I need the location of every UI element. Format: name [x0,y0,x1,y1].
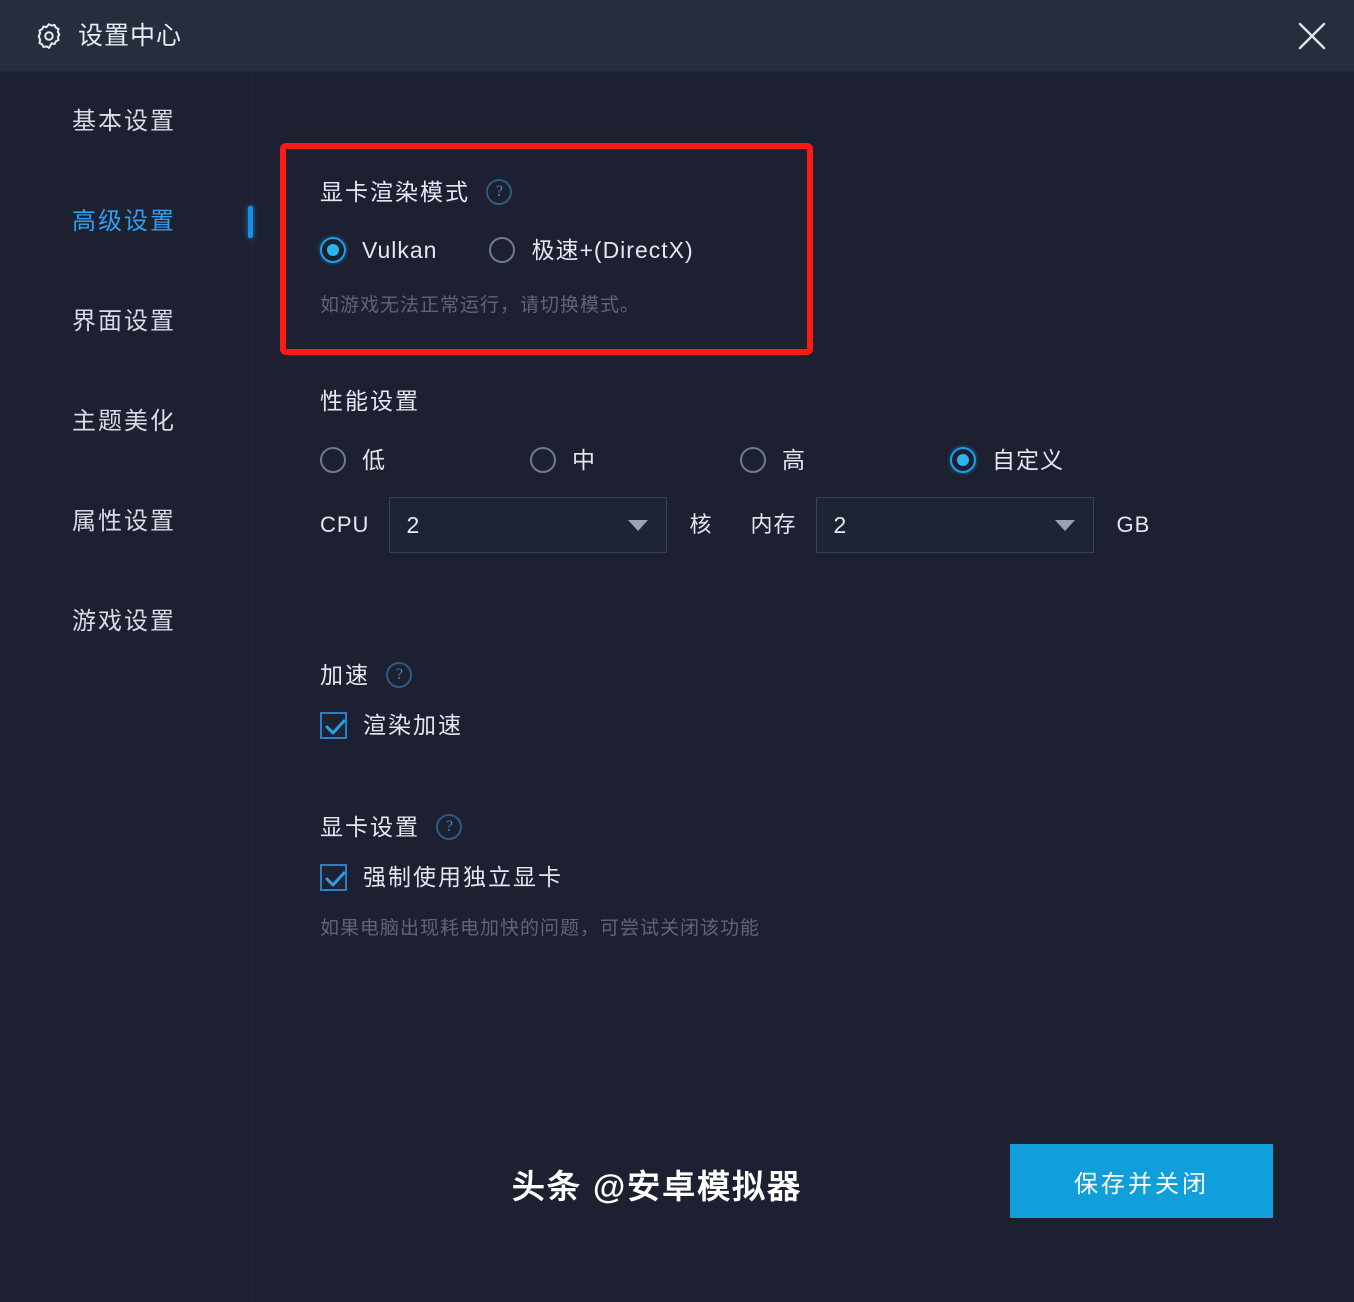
cpu-unit-label: 核 [689,512,713,537]
radio-mark [740,447,766,473]
radio-medium[interactable]: 中 [530,447,596,473]
graphics-hint: 如果电脑出现耗电加快的问题，可尝试关闭该功能 [320,918,761,939]
help-icon[interactable]: ? [486,179,513,205]
page-title: 设置中心 [78,21,183,50]
radio-custom[interactable]: 自定义 [950,447,1064,473]
resource-fields-row: CPU 2 核 内存 2 GB [320,497,1150,553]
memory-label: 内存 [750,512,797,537]
chevron-down-icon [1055,520,1076,531]
memory-size-value: 2 [833,511,847,538]
watermark: 头条 @安卓模拟器 [511,1168,803,1205]
radio-vulkan[interactable]: Vulkan [320,237,437,263]
help-icon[interactable]: ? [436,814,463,840]
radio-label: 高 [782,446,806,473]
render-mode-title-row: 显卡渲染模式 ? [320,178,513,205]
checkbox-force-discrete-gpu[interactable]: 强制使用独立显卡 [320,864,563,891]
radio-directx[interactable]: 极速+(DirectX) [489,237,693,263]
radio-mark [489,237,516,263]
title-bar-left: 设置中心 [34,0,182,72]
settings-window: 设置中心 基本设置 高级设置 界面设置 主题美化 属性设置 游戏设置 显卡渲染模… [0,0,1354,1302]
sidebar-item-interface[interactable]: 界面设置 [0,272,251,372]
close-button[interactable] [1288,12,1336,60]
acceleration-title-row: 加速 ? [320,661,413,688]
sidebar: 基本设置 高级设置 界面设置 主题美化 属性设置 游戏设置 [0,72,253,1302]
sidebar-item-label: 基本设置 [72,108,176,135]
check-mark [320,712,347,739]
sidebar-item-label: 高级设置 [72,208,176,235]
render-mode-hint: 如游戏无法正常运行，请切换模式。 [320,295,641,316]
render-mode-title: 显卡渲染模式 [320,178,470,205]
check-mark [320,864,347,891]
checkbox-render-acceleration[interactable]: 渲染加速 [320,712,463,739]
acceleration-title: 加速 [320,661,370,688]
close-icon [1295,19,1329,53]
help-icon[interactable]: ? [386,662,413,688]
sidebar-item-label: 界面设置 [72,308,176,335]
performance-title-row: 性能设置 [320,390,420,413]
content-panel: 显卡渲染模式 ? Vulkan 极速+(DirectX) 如游戏无法正常运行，请… [253,72,1354,1302]
sidebar-item-label: 主题美化 [72,408,176,435]
memory-unit-label: GB [1116,512,1151,537]
cpu-cores-value: 2 [406,511,420,538]
radio-label: 极速+(DirectX) [531,236,694,263]
performance-title: 性能设置 [320,388,420,414]
checkbox-label: 强制使用独立显卡 [363,864,563,890]
sidebar-item-properties[interactable]: 属性设置 [0,472,251,572]
radio-label: 自定义 [992,446,1064,473]
sidebar-item-label: 属性设置 [72,508,176,535]
gear-icon [34,21,64,51]
title-bar: 设置中心 [0,0,1354,72]
radio-mark [320,447,346,473]
radio-low[interactable]: 低 [320,447,386,473]
checkbox-label: 渲染加速 [363,712,463,738]
chevron-down-icon [628,520,649,531]
sidebar-item-basic[interactable]: 基本设置 [0,72,251,172]
sidebar-item-advanced[interactable]: 高级设置 [0,172,253,272]
cpu-cores-select[interactable]: 2 [389,497,668,553]
radio-label: 中 [572,446,596,473]
radio-high[interactable]: 高 [740,447,806,473]
radio-mark [950,447,976,473]
graphics-title-row: 显卡设置 ? [320,813,463,840]
radio-label: Vulkan [362,236,438,263]
sidebar-item-theme[interactable]: 主题美化 [0,372,251,472]
radio-mark [320,237,346,263]
radio-mark [530,447,556,473]
graphics-title: 显卡设置 [320,813,420,840]
memory-size-select[interactable]: 2 [816,497,1095,553]
sidebar-item-game[interactable]: 游戏设置 [0,572,251,672]
radio-label: 低 [362,446,386,473]
render-mode-radio-group: Vulkan 极速+(DirectX) [320,237,694,263]
sidebar-item-label: 游戏设置 [72,608,176,635]
cpu-label: CPU [320,512,370,537]
